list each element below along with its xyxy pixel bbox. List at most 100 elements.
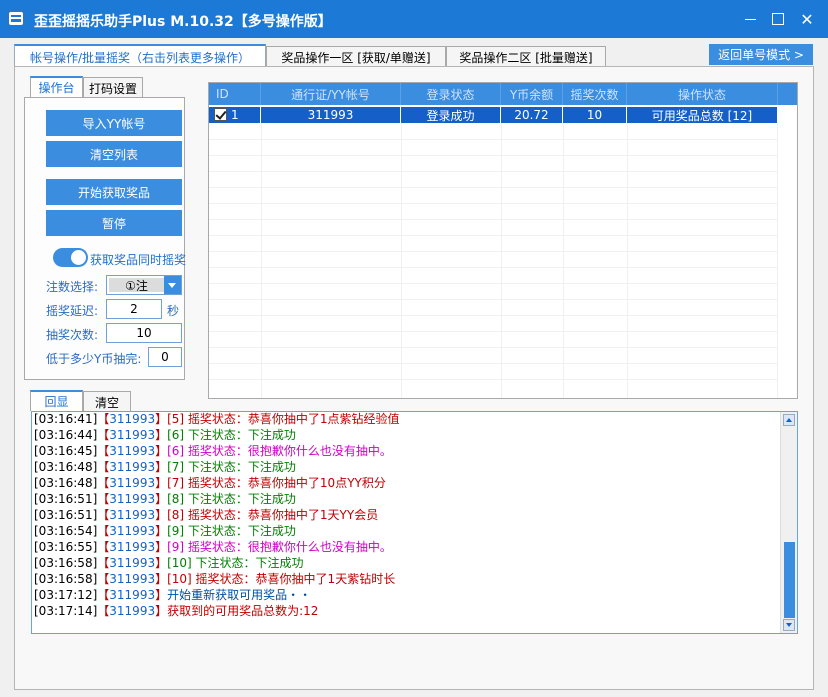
scroll-thumb[interactable] [784, 542, 795, 618]
row-account: 311993 [261, 107, 401, 123]
log-account: 【311993】 [97, 604, 168, 618]
log-account: 【311993】 [97, 588, 168, 602]
log-line: [03:16:48]【311993】[7] 下注状态：下注成功 [34, 458, 296, 474]
log-account: 【311993】 [97, 460, 168, 474]
log-message: [10] 摇奖状态：恭喜你抽中了1天紫钻时长 [167, 572, 396, 586]
row-id-value: 1 [231, 108, 239, 122]
log-line: [03:17:14]【311993】获取到的可用奖品总数为:12 [34, 602, 318, 618]
shake-toggle-label: 获取奖品同时摇奖 [90, 253, 187, 267]
log-time: [03:16:58] [34, 556, 98, 570]
title-bar[interactable]: 歪歪摇摇乐助手Plus M.10.32【多号操作版】 ✕ [0, 0, 828, 38]
log-time: [03:17:14] [34, 604, 98, 618]
row-login: 登录成功 [401, 107, 501, 123]
log-line: [03:16:44]【311993】[6] 下注状态：下注成功 [34, 426, 296, 442]
col-count[interactable]: 摇奖次数 [563, 83, 627, 105]
log-message: [8] 下注状态：下注成功 [167, 492, 296, 506]
grid-empty-area [209, 123, 778, 398]
log-message: [6] 下注状态：下注成功 [167, 428, 296, 442]
log-line: [03:16:51]【311993】[8] 下注状态：下注成功 [34, 490, 296, 506]
col-account[interactable]: 通行证/YY帐号 [261, 83, 401, 105]
col-status[interactable]: 操作状态 [627, 83, 778, 105]
row-id: 1 [209, 107, 261, 123]
table-row[interactable]: 1 311993 登录成功 20.72 10 可用奖品总数 [12] [209, 107, 778, 123]
tab-prize-zone-1[interactable]: 奖品操作一区 [获取/单赠送] [266, 46, 446, 68]
log-line: [03:16:58]【311993】[10] 下注状态：下注成功 [34, 554, 304, 570]
log-panel[interactable]: [03:16:41]【311993】[5] 摇奖状态：恭喜你抽中了1点紫钻经验值… [31, 411, 798, 634]
log-line: [03:16:45]【311993】[6] 摇奖状态：很抱歉你什么也没有抽中。 [34, 442, 392, 458]
bet-select[interactable]: ①注 [106, 275, 182, 295]
log-scrollbar[interactable] [780, 412, 797, 633]
log-time: [03:16:58] [34, 572, 98, 586]
subtab-captcha-settings[interactable]: 打码设置 [83, 77, 143, 98]
log-message: 开始重新获取可用奖品・・ [167, 588, 312, 602]
tab-clear-log[interactable]: 清空 [83, 391, 131, 412]
count-label: 抽奖次数: [46, 328, 99, 342]
log-time: [03:16:51] [34, 492, 98, 506]
log-account: 【311993】 [97, 508, 168, 522]
close-icon[interactable]: ✕ [790, 0, 824, 38]
tab-account-ops[interactable]: 帐号操作/批量摇奖（右击列表更多操作） [14, 44, 266, 68]
col-id[interactable]: ID [209, 83, 261, 105]
scroll-down-icon[interactable] [783, 619, 795, 631]
chevron-down-icon[interactable] [164, 276, 181, 294]
log-time: [03:16:54] [34, 524, 98, 538]
tab-prize-zone-2[interactable]: 奖品操作二区 [批量赠送] [446, 46, 606, 68]
count-input[interactable]: 10 [106, 323, 182, 343]
log-account: 【311993】 [97, 444, 168, 458]
window-title: 歪歪摇摇乐助手Plus M.10.32【多号操作版】 [34, 14, 332, 30]
log-line: [03:16:41]【311993】[5] 摇奖状态：恭喜你抽中了1点紫钻经验值 [34, 412, 400, 426]
checkbox-icon[interactable] [214, 108, 227, 121]
bet-select-value: ①注 [109, 278, 164, 293]
start-button[interactable]: 开始获取奖品 [46, 179, 182, 205]
log-line: [03:16:48]【311993】[7] 摇奖状态：恭喜你抽中了10点YY积分 [34, 474, 386, 490]
log-time: [03:16:55] [34, 540, 98, 554]
row-count: 10 [563, 107, 627, 123]
back-single-mode-button[interactable]: 返回单号模式 > [709, 44, 813, 65]
log-account: 【311993】 [97, 412, 168, 426]
import-accounts-button[interactable]: 导入YY帐号 [46, 110, 182, 136]
log-message: [5] 摇奖状态：恭喜你抽中了1点紫钻经验值 [167, 412, 400, 426]
min-balance-label: 低于多少Y币抽完: [46, 352, 142, 366]
log-account: 【311993】 [97, 540, 168, 554]
delay-unit: 秒 [167, 304, 180, 318]
app-window: 歪歪摇摇乐助手Plus M.10.32【多号操作版】 ✕ 帐号操作/批量摇奖（右… [0, 0, 828, 697]
log-time: [03:16:51] [34, 508, 98, 522]
shake-toggle[interactable] [53, 248, 88, 267]
scroll-up-icon[interactable] [783, 414, 795, 426]
log-message: [7] 下注状态：下注成功 [167, 460, 296, 474]
grid-header: ID 通行证/YY帐号 登录状态 Y币余额 摇奖次数 操作状态 [209, 83, 797, 105]
log-line: [03:17:12]【311993】开始重新获取可用奖品・・ [34, 586, 311, 602]
log-time: [03:16:41] [34, 412, 98, 426]
log-line: [03:16:51]【311993】[8] 摇奖状态：恭喜你抽中了1天YY会员 [34, 506, 378, 522]
min-balance-input[interactable]: 0 [148, 347, 182, 367]
log-line: [03:16:58]【311993】[10] 摇奖状态：恭喜你抽中了1天紫钻时长 [34, 570, 395, 586]
log-time: [03:16:48] [34, 476, 98, 490]
log-time: [03:16:48] [34, 460, 98, 474]
log-account: 【311993】 [97, 476, 168, 490]
log-message: [6] 摇奖状态：很抱歉你什么也没有抽中。 [167, 444, 392, 458]
delay-input[interactable]: 2 [106, 299, 162, 319]
subtab-console[interactable]: 操作台 [30, 76, 83, 97]
row-balance: 20.72 [501, 107, 563, 123]
pause-button[interactable]: 暂停 [46, 210, 182, 236]
col-login[interactable]: 登录状态 [401, 83, 501, 105]
log-account: 【311993】 [97, 556, 168, 570]
log-message: [9] 摇奖状态：很抱歉你什么也没有抽中。 [167, 540, 392, 554]
app-icon [9, 12, 23, 25]
log-message: [9] 下注状态：下注成功 [167, 524, 296, 538]
log-time: [03:16:45] [34, 444, 98, 458]
bet-label: 注数选择: [46, 280, 99, 294]
log-time: [03:17:12] [34, 588, 98, 602]
account-grid[interactable]: ID 通行证/YY帐号 登录状态 Y币余额 摇奖次数 操作状态 1 311993… [208, 82, 798, 399]
log-account: 【311993】 [97, 572, 168, 586]
tab-echo[interactable]: 回显 [30, 390, 83, 411]
log-line: [03:16:55]【311993】[9] 摇奖状态：很抱歉你什么也没有抽中。 [34, 538, 392, 554]
log-message: [10] 下注状态：下注成功 [167, 556, 304, 570]
log-message: 获取到的可用奖品总数为:12 [167, 604, 319, 618]
client-area: 帐号操作/批量摇奖（右击列表更多操作） 奖品操作一区 [获取/单赠送] 奖品操作… [8, 38, 820, 690]
col-balance[interactable]: Y币余额 [501, 83, 563, 105]
log-account: 【311993】 [97, 492, 168, 506]
log-line: [03:16:54]【311993】[9] 下注状态：下注成功 [34, 522, 296, 538]
log-account: 【311993】 [97, 428, 168, 442]
clear-list-button[interactable]: 清空列表 [46, 141, 182, 167]
